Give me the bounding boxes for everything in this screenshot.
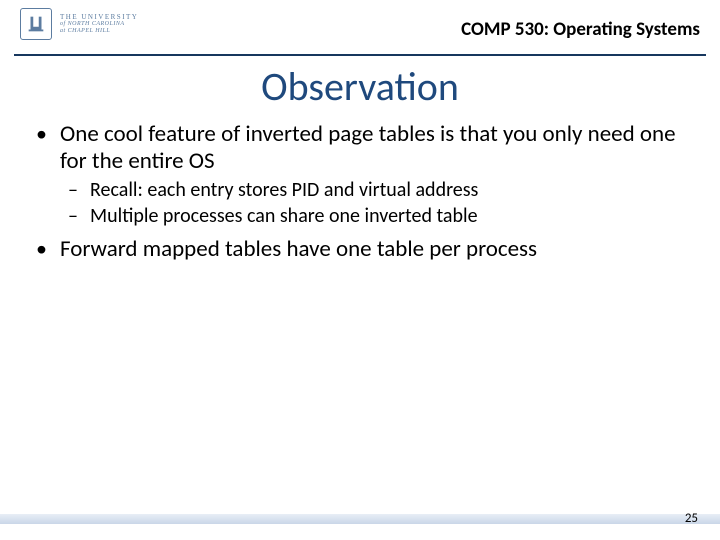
slide-body: One cool feature of inverted page tables… [0,121,720,264]
unc-logo: THE UNIVERSITY of NORTH CAROLINA at CHAP… [20,8,138,40]
sub-bullet-item: Recall: each entry stores PID and virtua… [86,179,692,203]
sub-bullet-text: Multiple processes can share one inverte… [90,204,478,228]
unc-seal-icon [20,8,52,40]
slide-header: THE UNIVERSITY of NORTH CAROLINA at CHAP… [14,0,706,56]
bullet-item: Forward mapped tables have one table per… [54,236,692,263]
slide: THE UNIVERSITY of NORTH CAROLINA at CHAP… [0,0,720,540]
bullet-item: One cool feature of inverted page tables… [54,121,692,228]
bullet-text: One cool feature of inverted page tables… [60,120,676,175]
course-title: COMP 530: Operating Systems [461,18,700,41]
unc-logo-text: THE UNIVERSITY of NORTH CAROLINA at CHAP… [60,14,138,34]
slide-title: Observation [0,62,720,111]
sub-bullet-item: Multiple processes can share one inverte… [86,205,692,229]
sub-bullet-text: Recall: each entry stores PID and virtua… [90,178,478,202]
logo-line3: at CHAPEL HILL [60,28,138,34]
page-number: 25 [685,511,698,526]
bullet-text: Forward mapped tables have one table per… [60,235,537,263]
footer-bar [0,514,720,524]
